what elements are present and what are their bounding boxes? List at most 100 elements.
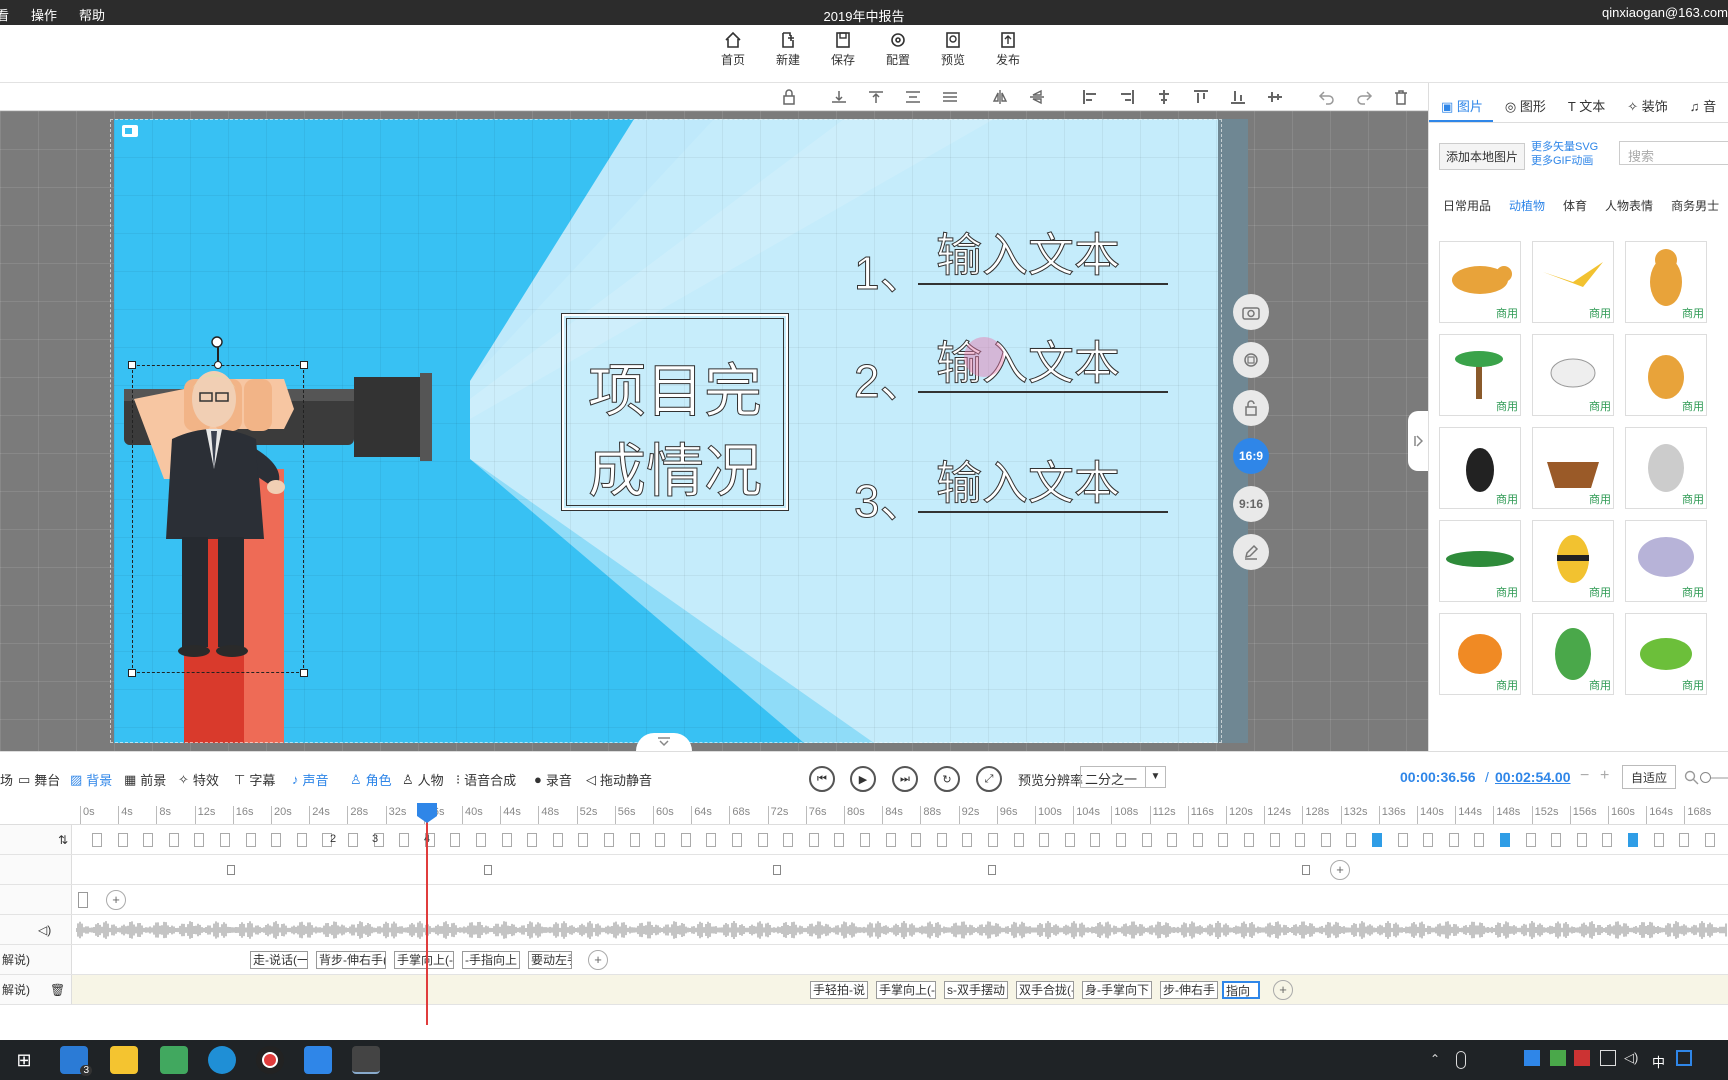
element-clip[interactable]: [1064, 833, 1075, 847]
edit-button[interactable]: [1233, 534, 1269, 570]
loop-button[interactable]: ↻: [934, 766, 960, 792]
narration-clip[interactable]: 手轻拍-说: [810, 981, 868, 999]
time-ruler[interactable]: 0s4s8s12s16s20s24s28s32s36s40s44s48s52s5…: [0, 803, 1728, 825]
element-clip[interactable]: [1218, 833, 1229, 847]
category-business-men[interactable]: 商务男士: [1671, 197, 1719, 214]
skip-back-button[interactable]: ⏮: [809, 766, 835, 792]
asset-search-input[interactable]: 搜索: [1619, 141, 1728, 165]
search-app-icon[interactable]: [1676, 1050, 1692, 1066]
element-clip[interactable]: [655, 833, 666, 847]
element-clip[interactable]: [527, 833, 538, 847]
network-icon[interactable]: [1600, 1050, 1616, 1066]
element-clip[interactable]: [1423, 833, 1434, 847]
ob-app-icon[interactable]: [304, 1046, 332, 1074]
drag-mute-tab[interactable]: ◁ 拖动静音: [586, 770, 652, 789]
play-button[interactable]: ▶: [850, 766, 876, 792]
effect-clip[interactable]: [78, 892, 88, 908]
element-clip[interactable]: [296, 833, 307, 847]
delete-icon[interactable]: [1392, 88, 1410, 106]
element-clip[interactable]: [834, 833, 845, 847]
element-clip[interactable]: [1295, 833, 1306, 847]
character-tab[interactable]: ♙ 人物: [402, 770, 444, 789]
category-daily[interactable]: 日常用品: [1443, 197, 1491, 214]
element-clip[interactable]: [680, 833, 691, 847]
narration-clip[interactable]: 手掌向上(-: [394, 951, 454, 969]
narration-clip[interactable]: 步-伸右手: [1160, 981, 1218, 999]
wechat-icon[interactable]: [1550, 1050, 1566, 1066]
scene-tab[interactable]: 场: [0, 770, 13, 789]
element-clip[interactable]: [629, 833, 640, 847]
flip-horizontal-icon[interactable]: [991, 88, 1009, 106]
animation-app-icon[interactable]: [352, 1046, 380, 1074]
asset-green-monster[interactable]: 商用: [1532, 613, 1614, 695]
tray-red-icon[interactable]: [1574, 1050, 1590, 1066]
flip-vertical-icon[interactable]: [1028, 88, 1046, 106]
category-expressions[interactable]: 人物表情: [1605, 197, 1653, 214]
microphone-icon[interactable]: [1456, 1051, 1466, 1069]
element-clip[interactable]: [1372, 833, 1382, 847]
add-narration-button[interactable]: +: [588, 950, 608, 970]
element-clip[interactable]: [1576, 833, 1587, 847]
keyframe-marker[interactable]: [1302, 865, 1310, 875]
asset-squirrel[interactable]: 商用: [1439, 613, 1521, 695]
asset-tiger-2[interactable]: 商用: [1625, 241, 1707, 323]
ratio-9-16-button[interactable]: 9:16: [1233, 486, 1269, 522]
file-explorer-icon[interactable]: [110, 1046, 138, 1074]
subtitle-tab[interactable]: ⊤ 字幕: [234, 770, 275, 789]
element-clip[interactable]: [860, 833, 870, 847]
snapshot-button[interactable]: [1233, 294, 1269, 330]
element-clip[interactable]: [1551, 833, 1562, 847]
element-clip[interactable]: [604, 833, 614, 847]
background-tab[interactable]: ▨ 背景: [70, 770, 112, 789]
keyframe-marker[interactable]: [773, 865, 781, 875]
element-clip[interactable]: [1602, 833, 1613, 847]
new-button[interactable]: 新建: [763, 31, 813, 68]
asset-bee[interactable]: 商用: [1532, 520, 1614, 602]
layer-stack-icon[interactable]: [941, 88, 959, 106]
ime-indicator[interactable]: 中: [1652, 1052, 1665, 1071]
element-clip[interactable]: [552, 833, 563, 847]
volume-icon[interactable]: ◁): [1624, 1050, 1638, 1066]
zoom-in-button[interactable]: +: [1600, 767, 1609, 785]
skip-forward-button[interactable]: ⏭: [892, 766, 918, 792]
element-clip[interactable]: [143, 833, 154, 847]
reset-view-button[interactable]: [1233, 342, 1269, 378]
element-clip[interactable]: [1525, 833, 1536, 847]
zoom-out-button[interactable]: −: [1580, 767, 1589, 785]
element-clip[interactable]: [92, 833, 102, 847]
unlock-button[interactable]: [1233, 390, 1269, 426]
align-bottom-layer-icon[interactable]: [830, 88, 848, 106]
tab-images[interactable]: ▣ 图片: [1429, 83, 1493, 122]
element-clip[interactable]: [117, 833, 128, 847]
narration-clip-selected[interactable]: 指向: [1222, 981, 1260, 999]
tab-text[interactable]: T 文本: [1556, 83, 1615, 122]
align-center-v-icon[interactable]: [1266, 88, 1284, 106]
stage-tab[interactable]: ▭ 舞台: [18, 770, 60, 789]
trash-icon[interactable]: 🗑: [50, 983, 65, 997]
narration-clip[interactable]: 背步-伸右手(: [316, 951, 386, 969]
config-button[interactable]: 配置: [873, 31, 923, 68]
element-clip[interactable]: [885, 833, 896, 847]
tray-app-icon[interactable]: [1524, 1050, 1540, 1066]
element-clip[interactable]: [578, 833, 589, 847]
align-left-icon[interactable]: [1081, 88, 1099, 106]
layer-middle-icon[interactable]: [904, 88, 922, 106]
keyframe-marker[interactable]: [484, 865, 492, 875]
narration-clip[interactable]: 走-说话(一: [250, 951, 308, 969]
element-clip[interactable]: [245, 833, 256, 847]
asset-tiger-3[interactable]: 商用: [1625, 334, 1707, 416]
role-tab[interactable]: ♙ 角色: [350, 770, 392, 789]
narration-clip[interactable]: 双手合拢(-: [1016, 981, 1074, 999]
element-clip[interactable]: [348, 833, 358, 847]
element-clip[interactable]: [1090, 833, 1101, 847]
edge-browser-icon[interactable]: [208, 1046, 236, 1074]
element-clip[interactable]: [271, 833, 282, 847]
effects-tab[interactable]: ✧ 特效: [178, 770, 219, 789]
element-clip[interactable]: [1141, 833, 1152, 847]
tray-arrow-icon[interactable]: ⌃: [1430, 1052, 1440, 1066]
element-clip[interactable]: [1397, 833, 1408, 847]
element-clip[interactable]: [1448, 833, 1459, 847]
element-clip[interactable]: [1320, 833, 1331, 847]
preview-button[interactable]: 预览: [928, 31, 978, 68]
element-clip[interactable]: [988, 833, 998, 847]
